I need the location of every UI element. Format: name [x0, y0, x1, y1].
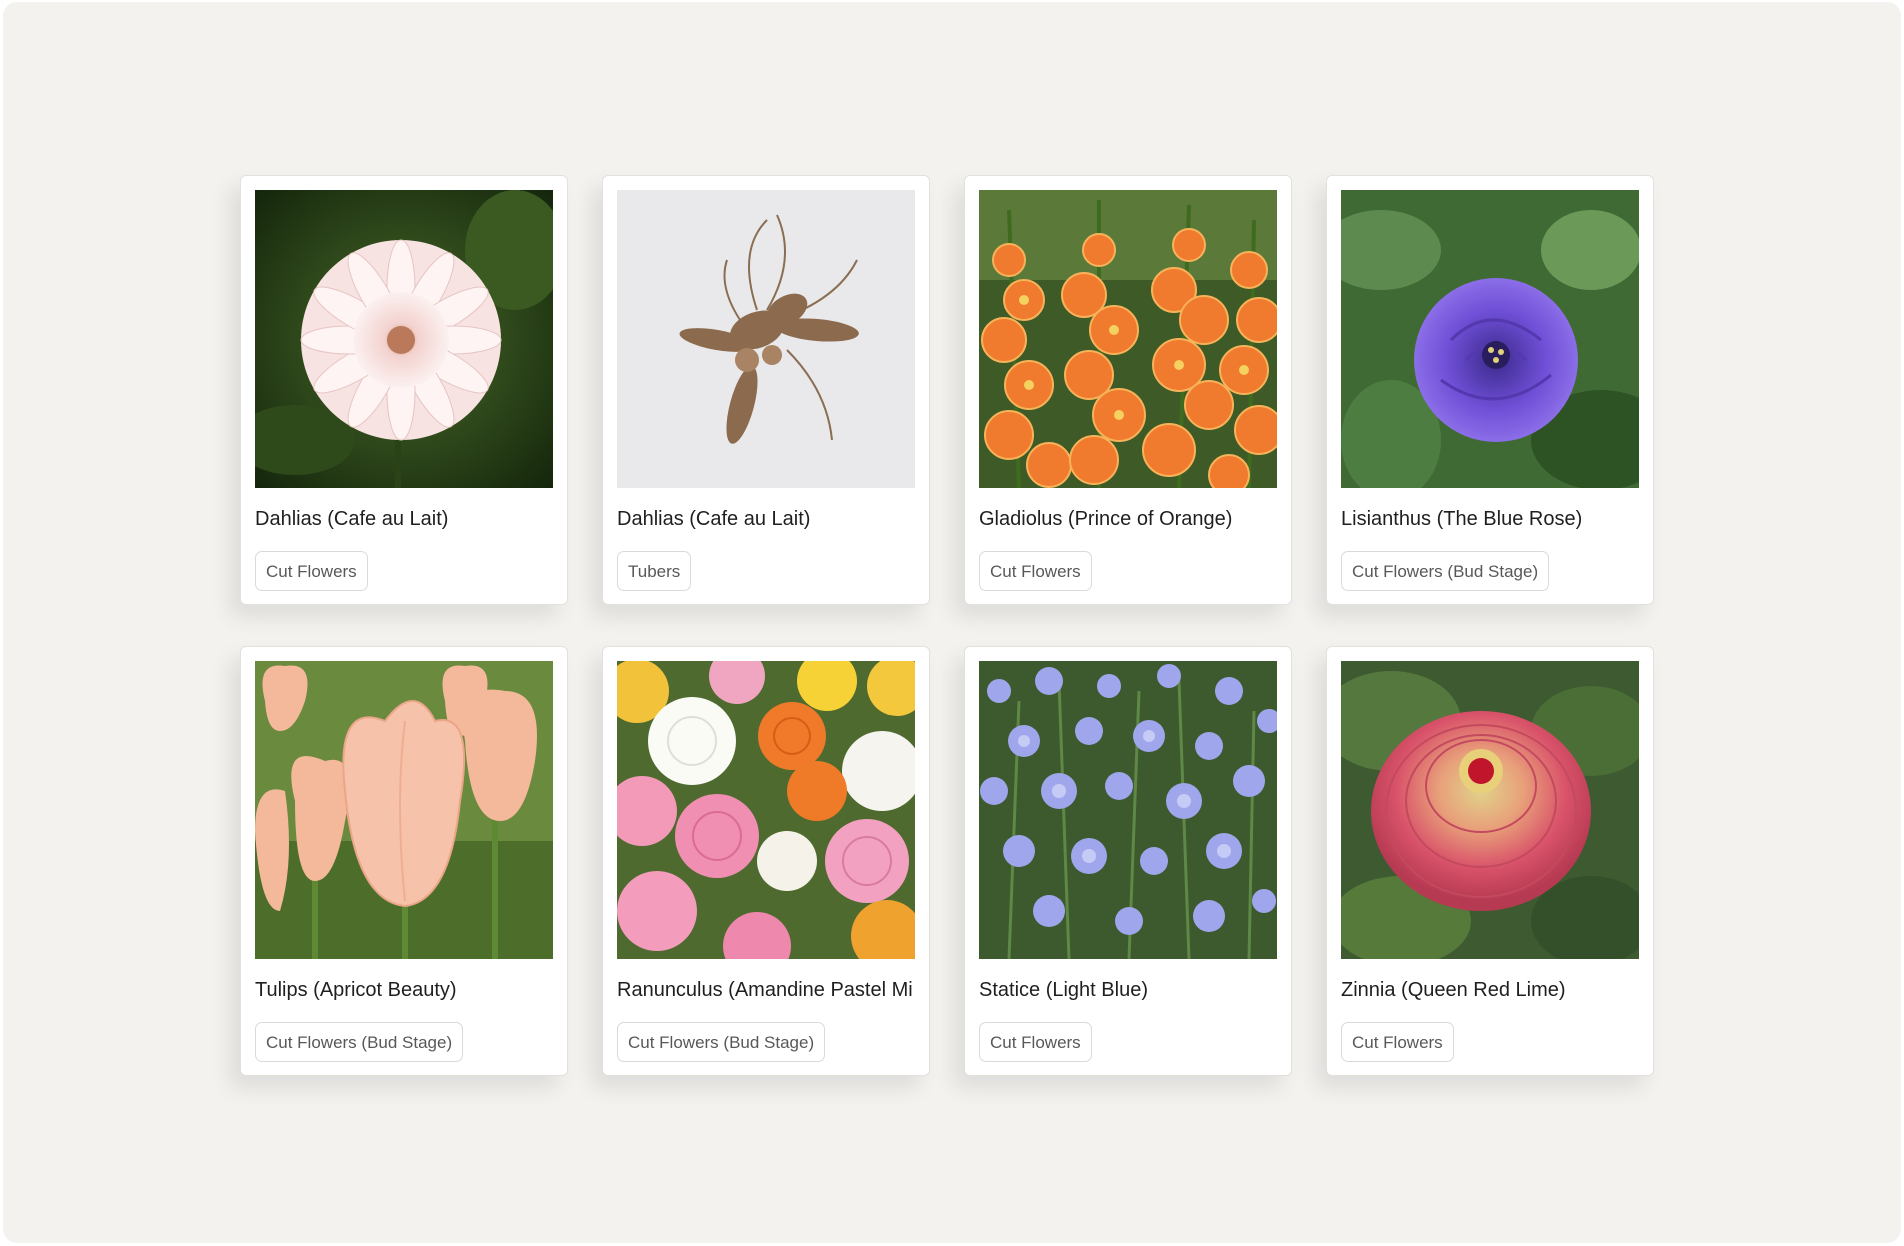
- zinnia-photo: [1341, 661, 1639, 959]
- product-card[interactable]: Tulips (Apricot Beauty) Cut Flowers (Bud…: [240, 646, 568, 1076]
- lisianthus-photo: [1341, 190, 1639, 488]
- product-card[interactable]: Ranunculus (Amandine Pastel Mi Cut Flowe…: [602, 646, 930, 1076]
- product-title[interactable]: Dahlias (Cafe au Lait): [255, 507, 553, 531]
- ranunculus-photo: [617, 661, 915, 959]
- tulip-photo: [255, 661, 553, 959]
- category-tag[interactable]: Cut Flowers (Bud Stage): [255, 1022, 464, 1062]
- product-title[interactable]: Zinnia (Queen Red Lime): [1341, 978, 1639, 1002]
- product-card[interactable]: Dahlias (Cafe au Lait) Tubers: [602, 175, 930, 605]
- product-title[interactable]: Lisianthus (The Blue Rose): [1341, 507, 1639, 531]
- product-card[interactable]: Dahlias (Cafe au Lait) Cut Flowers: [240, 175, 568, 605]
- statice-photo: [979, 661, 1277, 959]
- product-title[interactable]: Gladiolus (Prince of Orange): [979, 507, 1277, 531]
- gladiolus-photo: [979, 190, 1277, 488]
- dahlia-bloom-photo: [255, 190, 553, 488]
- product-title[interactable]: Statice (Light Blue): [979, 978, 1277, 1002]
- page-background: Dahlias (Cafe au Lait) Cut Flowers Dahli…: [3, 2, 1901, 1243]
- category-tag[interactable]: Cut Flowers: [979, 551, 1092, 591]
- dahlia-tuber-photo: [617, 190, 915, 488]
- category-tag[interactable]: Cut Flowers (Bud Stage): [617, 1022, 826, 1062]
- product-title[interactable]: Dahlias (Cafe au Lait): [617, 507, 915, 531]
- product-title[interactable]: Tulips (Apricot Beauty): [255, 978, 553, 1002]
- product-card[interactable]: Lisianthus (The Blue Rose) Cut Flowers (…: [1326, 175, 1654, 605]
- product-title[interactable]: Ranunculus (Amandine Pastel Mi: [617, 978, 915, 1002]
- product-grid: Dahlias (Cafe au Lait) Cut Flowers Dahli…: [240, 175, 1654, 1076]
- product-card[interactable]: Gladiolus (Prince of Orange) Cut Flowers: [964, 175, 1292, 605]
- category-tag[interactable]: Cut Flowers: [979, 1022, 1092, 1062]
- category-tag[interactable]: Cut Flowers (Bud Stage): [1341, 551, 1550, 591]
- product-card[interactable]: Zinnia (Queen Red Lime) Cut Flowers: [1326, 646, 1654, 1076]
- category-tag[interactable]: Tubers: [617, 551, 692, 591]
- category-tag[interactable]: Cut Flowers: [255, 551, 368, 591]
- product-card[interactable]: Statice (Light Blue) Cut Flowers: [964, 646, 1292, 1076]
- category-tag[interactable]: Cut Flowers: [1341, 1022, 1454, 1062]
